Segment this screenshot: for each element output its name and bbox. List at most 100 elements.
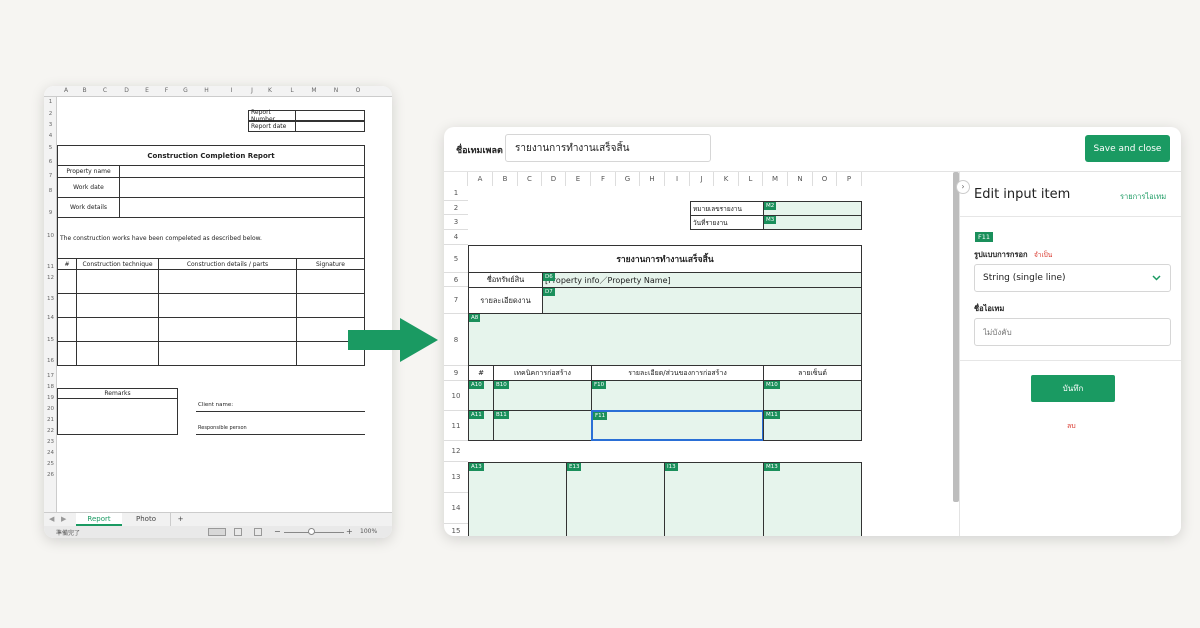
excel-row-19[interactable]: 19 <box>44 395 57 401</box>
grid-col-d[interactable]: D <box>542 172 566 186</box>
excel-row-13[interactable]: 13 <box>44 296 57 302</box>
grid-cell-a8[interactable] <box>468 313 862 366</box>
excel-row-10[interactable]: 10 <box>44 233 57 239</box>
grid-col-l[interactable]: L <box>739 172 763 186</box>
grid-row-14[interactable]: 14 <box>444 493 468 524</box>
zoom-slider-thumb[interactable] <box>308 528 315 535</box>
grid-cell-m13[interactable] <box>763 462 862 536</box>
grid-col-e[interactable]: E <box>566 172 591 186</box>
grid-row-8[interactable]: 8 <box>444 314 468 366</box>
item-name-input[interactable] <box>974 318 1171 346</box>
grid-col-m[interactable]: M <box>763 172 788 186</box>
grid-col-f[interactable]: F <box>591 172 616 186</box>
grid-row-3[interactable]: 3 <box>444 215 468 230</box>
excel-row-7[interactable]: 7 <box>44 173 57 179</box>
grid-col-g[interactable]: G <box>616 172 640 186</box>
grid-row-7[interactable]: 7 <box>444 287 468 314</box>
grid-cell-e13[interactable] <box>566 462 665 536</box>
grid-cell-f11-selected[interactable] <box>591 410 764 441</box>
excel-row-21[interactable]: 21 <box>44 417 57 423</box>
tab-scroll-right-icon[interactable]: ▶ <box>61 515 66 523</box>
grid-row-4[interactable]: 4 <box>444 230 468 245</box>
grid-col-k[interactable]: K <box>714 172 739 186</box>
excel-col-b[interactable]: B <box>75 87 94 94</box>
excel-col-c[interactable]: C <box>94 87 116 94</box>
excel-row-26[interactable]: 26 <box>44 472 57 478</box>
grid-col-i[interactable]: I <box>665 172 690 186</box>
grid-row-9[interactable]: 9 <box>444 366 468 381</box>
grid-row-5[interactable]: 5 <box>444 245 468 273</box>
excel-row-14[interactable]: 14 <box>44 315 57 321</box>
excel-col-k[interactable]: K <box>259 87 281 94</box>
excel-row-11[interactable]: 11 <box>44 264 57 270</box>
grid-cell-m2[interactable] <box>763 201 862 216</box>
grid-cell-d7[interactable] <box>542 287 862 314</box>
excel-row-17[interactable]: 17 <box>44 373 57 379</box>
grid-cell-f10[interactable] <box>591 380 764 411</box>
excel-col-g[interactable]: G <box>176 87 195 94</box>
format-select[interactable]: String (single line) <box>974 264 1171 292</box>
panel-save-button[interactable]: บันทึก <box>1031 375 1115 402</box>
page-break-icon[interactable] <box>254 528 262 536</box>
grid-row-2[interactable]: 2 <box>444 201 468 215</box>
zoom-in-button[interactable]: + <box>346 527 353 536</box>
grid-cell-d6[interactable]: [Property info／Property Name] <box>542 272 862 288</box>
item-list-link[interactable]: รายการไอเทม <box>1120 191 1166 203</box>
grid-cell-i13[interactable] <box>664 462 764 536</box>
excel-row-16[interactable]: 16 <box>44 358 57 364</box>
grid-col-h[interactable]: H <box>640 172 665 186</box>
grid-col-o[interactable]: O <box>813 172 837 186</box>
excel-col-m[interactable]: M <box>303 87 325 94</box>
grid-col-b[interactable]: B <box>493 172 518 186</box>
template-name-input[interactable] <box>505 134 711 162</box>
excel-row-20[interactable]: 20 <box>44 406 57 412</box>
grid-col-c[interactable]: C <box>518 172 542 186</box>
excel-col-j[interactable]: J <box>245 87 259 94</box>
excel-col-n[interactable]: N <box>325 87 347 94</box>
tab-scroll-left-icon[interactable]: ◀ <box>49 515 54 523</box>
panel-delete-button[interactable]: ลบ <box>1067 421 1076 432</box>
grid-row-13[interactable]: 13 <box>444 462 468 493</box>
save-and-close-button[interactable]: Save and close <box>1085 135 1170 162</box>
excel-row-15[interactable]: 15 <box>44 337 57 343</box>
sheet-tab-photo[interactable]: Photo <box>124 513 168 526</box>
excel-row-22[interactable]: 22 <box>44 428 57 434</box>
excel-row-2[interactable]: 2 <box>44 111 57 117</box>
excel-col-d[interactable]: D <box>116 87 137 94</box>
excel-row-4[interactable]: 4 <box>44 133 57 139</box>
grid-row-11[interactable]: 11 <box>444 411 468 441</box>
excel-col-a[interactable]: A <box>57 87 75 94</box>
add-sheet-button[interactable]: + <box>170 513 190 526</box>
excel-col-i[interactable]: I <box>218 87 245 94</box>
grid-col-p[interactable]: P <box>837 172 862 186</box>
normal-view-icon[interactable] <box>208 528 226 536</box>
excel-col-e[interactable]: E <box>137 87 157 94</box>
excel-row-5[interactable]: 5 <box>44 145 57 151</box>
excel-row-12[interactable]: 12 <box>44 275 57 281</box>
grid-row-6[interactable]: 6 <box>444 273 468 287</box>
excel-row-3[interactable]: 3 <box>44 122 57 128</box>
excel-row-1[interactable]: 1 <box>44 99 57 105</box>
grid-row-10[interactable]: 10 <box>444 381 468 411</box>
excel-row-8[interactable]: 8 <box>44 188 57 194</box>
grid-cell-m3[interactable] <box>763 215 862 230</box>
excel-col-l[interactable]: L <box>281 87 303 94</box>
grid-col-n[interactable]: N <box>788 172 813 186</box>
page-layout-icon[interactable] <box>234 528 242 536</box>
zoom-out-button[interactable]: − <box>274 527 281 536</box>
grid-row-12[interactable]: 12 <box>444 441 468 462</box>
excel-col-o[interactable]: O <box>347 87 369 94</box>
excel-row-18[interactable]: 18 <box>44 384 57 390</box>
excel-row-25[interactable]: 25 <box>44 461 57 467</box>
excel-col-h[interactable]: H <box>195 87 218 94</box>
grid-cell-a13[interactable] <box>468 462 567 536</box>
grid-row-1[interactable]: 1 <box>444 186 468 201</box>
excel-row-23[interactable]: 23 <box>44 439 57 445</box>
grid-col-j[interactable]: J <box>690 172 714 186</box>
collapse-panel-chevron-icon[interactable]: › <box>956 180 970 194</box>
excel-col-f[interactable]: F <box>157 87 176 94</box>
sheet-tab-report[interactable]: Report <box>76 513 122 526</box>
excel-row-9[interactable]: 9 <box>44 210 57 216</box>
excel-row-24[interactable]: 24 <box>44 450 57 456</box>
grid-col-a[interactable]: A <box>468 172 493 186</box>
